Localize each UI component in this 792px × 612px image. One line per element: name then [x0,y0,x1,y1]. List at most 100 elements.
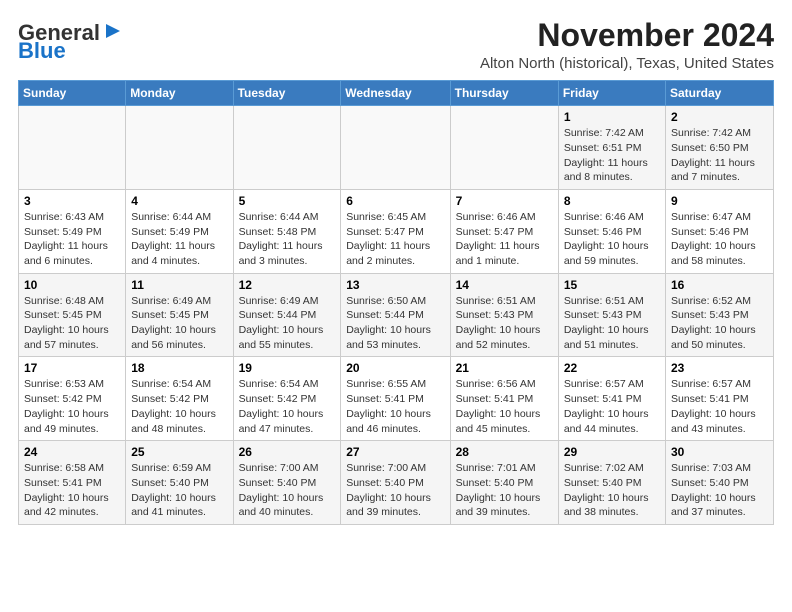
header-cell-saturday: Saturday [666,81,774,106]
day-cell: 25 Sunrise: 6:59 AM Sunset: 5:40 PM Dayli… [126,441,233,525]
day-number: 24 [24,445,120,459]
day-number: 9 [671,194,768,208]
logo-blue: Blue [18,40,66,62]
day-number: 8 [564,194,660,208]
day-number: 12 [239,278,336,292]
week-row-1: 1Sunrise: 7:42 AM Sunset: 6:51 PM Daylig… [19,106,774,190]
day-number: 15 [564,278,660,292]
day-info: Sunrise: 6:51 AM Sunset: 5:43 PM Dayligh… [456,294,553,353]
day-info: Sunrise: 6:45 AM Sunset: 5:47 PM Dayligh… [346,210,444,269]
day-cell: 30 Sunrise: 7:03 AM Sunset: 5:40 PM Dayli… [666,441,774,525]
day-info: Sunrise: 7:00 AM Sunset: 5:40 PM Dayligh… [239,461,336,520]
day-number: 4 [131,194,227,208]
day-cell: 1Sunrise: 7:42 AM Sunset: 6:51 PM Daylig… [558,106,665,190]
day-number: 6 [346,194,444,208]
day-cell: 6 Sunrise: 6:45 AM Sunset: 5:47 PM Daylig… [341,189,450,273]
day-cell: 8Sunrise: 6:46 AM Sunset: 5:46 PM Daylig… [558,189,665,273]
header-cell-friday: Friday [558,81,665,106]
header-cell-sunday: Sunday [19,81,126,106]
day-cell: 9 Sunrise: 6:47 AM Sunset: 5:46 PM Daylig… [666,189,774,273]
day-info: Sunrise: 6:58 AM Sunset: 5:41 PM Dayligh… [24,461,120,520]
header-cell-tuesday: Tuesday [233,81,341,106]
day-cell [233,106,341,190]
page: General Blue November 2024 Alton North (… [0,0,792,535]
day-number: 19 [239,361,336,375]
day-cell: 7Sunrise: 6:46 AM Sunset: 5:47 PM Daylig… [450,189,558,273]
day-cell: 17 Sunrise: 6:53 AM Sunset: 5:42 PM Dayli… [19,357,126,441]
day-info: Sunrise: 6:43 AM Sunset: 5:49 PM Dayligh… [24,210,120,269]
day-info: Sunrise: 6:57 AM Sunset: 5:41 PM Dayligh… [671,377,768,436]
day-cell: 27Sunrise: 7:00 AM Sunset: 5:40 PM Dayli… [341,441,450,525]
title-block: November 2024 Alton North (historical), … [480,18,774,72]
day-info: Sunrise: 6:57 AM Sunset: 5:41 PM Dayligh… [564,377,660,436]
day-cell: 19 Sunrise: 6:54 AM Sunset: 5:42 PM Dayli… [233,357,341,441]
day-cell: 23Sunrise: 6:57 AM Sunset: 5:41 PM Dayli… [666,357,774,441]
header-row: SundayMondayTuesdayWednesdayThursdayFrid… [19,81,774,106]
day-info: Sunrise: 7:03 AM Sunset: 5:40 PM Dayligh… [671,461,768,520]
day-info: Sunrise: 6:54 AM Sunset: 5:42 PM Dayligh… [131,377,227,436]
day-number: 21 [456,361,553,375]
day-number: 25 [131,445,227,459]
day-info: Sunrise: 6:51 AM Sunset: 5:43 PM Dayligh… [564,294,660,353]
day-cell: 4 Sunrise: 6:44 AM Sunset: 5:49 PM Daylig… [126,189,233,273]
day-cell: 2Sunrise: 7:42 AM Sunset: 6:50 PM Daylig… [666,106,774,190]
day-info: Sunrise: 7:01 AM Sunset: 5:40 PM Dayligh… [456,461,553,520]
header: General Blue November 2024 Alton North (… [18,18,774,72]
day-cell: 15 Sunrise: 6:51 AM Sunset: 5:43 PM Dayli… [558,273,665,357]
day-number: 3 [24,194,120,208]
location-title: Alton North (historical), Texas, United … [480,55,774,72]
day-info: Sunrise: 6:59 AM Sunset: 5:40 PM Dayligh… [131,461,227,520]
calendar-body: 1Sunrise: 7:42 AM Sunset: 6:51 PM Daylig… [19,106,774,525]
day-cell: 16 Sunrise: 6:52 AM Sunset: 5:43 PM Dayli… [666,273,774,357]
day-cell: 20Sunrise: 6:55 AM Sunset: 5:41 PM Dayli… [341,357,450,441]
day-number: 28 [456,445,553,459]
day-cell: 10Sunrise: 6:48 AM Sunset: 5:45 PM Dayli… [19,273,126,357]
day-number: 5 [239,194,336,208]
day-number: 16 [671,278,768,292]
day-number: 27 [346,445,444,459]
day-cell: 28 Sunrise: 7:01 AM Sunset: 5:40 PM Dayli… [450,441,558,525]
day-info: Sunrise: 6:47 AM Sunset: 5:46 PM Dayligh… [671,210,768,269]
day-cell: 11Sunrise: 6:49 AM Sunset: 5:45 PM Dayli… [126,273,233,357]
day-info: Sunrise: 6:56 AM Sunset: 5:41 PM Dayligh… [456,377,553,436]
calendar: SundayMondayTuesdayWednesdayThursdayFrid… [18,80,774,525]
day-cell [19,106,126,190]
day-cell [341,106,450,190]
day-info: Sunrise: 6:44 AM Sunset: 5:48 PM Dayligh… [239,210,336,269]
week-row-2: 3 Sunrise: 6:43 AM Sunset: 5:49 PM Daylig… [19,189,774,273]
day-cell: 12 Sunrise: 6:49 AM Sunset: 5:44 PM Dayli… [233,273,341,357]
day-number: 2 [671,110,768,124]
day-number: 30 [671,445,768,459]
day-cell: 21 Sunrise: 6:56 AM Sunset: 5:41 PM Dayli… [450,357,558,441]
day-cell: 3 Sunrise: 6:43 AM Sunset: 5:49 PM Daylig… [19,189,126,273]
day-info: Sunrise: 6:50 AM Sunset: 5:44 PM Dayligh… [346,294,444,353]
week-row-4: 17 Sunrise: 6:53 AM Sunset: 5:42 PM Dayli… [19,357,774,441]
day-cell: 13 Sunrise: 6:50 AM Sunset: 5:44 PM Dayli… [341,273,450,357]
day-cell: 5 Sunrise: 6:44 AM Sunset: 5:48 PM Daylig… [233,189,341,273]
day-number: 11 [131,278,227,292]
day-cell: 29 Sunrise: 7:02 AM Sunset: 5:40 PM Dayli… [558,441,665,525]
day-info: Sunrise: 7:02 AM Sunset: 5:40 PM Dayligh… [564,461,660,520]
day-number: 29 [564,445,660,459]
calendar-header: SundayMondayTuesdayWednesdayThursdayFrid… [19,81,774,106]
day-cell: 26 Sunrise: 7:00 AM Sunset: 5:40 PM Dayli… [233,441,341,525]
day-info: Sunrise: 6:49 AM Sunset: 5:44 PM Dayligh… [239,294,336,353]
day-number: 1 [564,110,660,124]
header-cell-thursday: Thursday [450,81,558,106]
day-number: 22 [564,361,660,375]
day-cell [126,106,233,190]
day-number: 13 [346,278,444,292]
header-cell-wednesday: Wednesday [341,81,450,106]
day-cell: 22 Sunrise: 6:57 AM Sunset: 5:41 PM Dayli… [558,357,665,441]
day-info: Sunrise: 6:46 AM Sunset: 5:47 PM Dayligh… [456,210,553,269]
day-cell: 14 Sunrise: 6:51 AM Sunset: 5:43 PM Dayli… [450,273,558,357]
day-number: 17 [24,361,120,375]
logo: General Blue [18,22,124,62]
day-info: Sunrise: 6:52 AM Sunset: 5:43 PM Dayligh… [671,294,768,353]
day-number: 26 [239,445,336,459]
day-info: Sunrise: 6:44 AM Sunset: 5:49 PM Dayligh… [131,210,227,269]
day-info: Sunrise: 6:54 AM Sunset: 5:42 PM Dayligh… [239,377,336,436]
week-row-5: 24 Sunrise: 6:58 AM Sunset: 5:41 PM Dayli… [19,441,774,525]
day-info: Sunrise: 6:53 AM Sunset: 5:42 PM Dayligh… [24,377,120,436]
day-number: 14 [456,278,553,292]
